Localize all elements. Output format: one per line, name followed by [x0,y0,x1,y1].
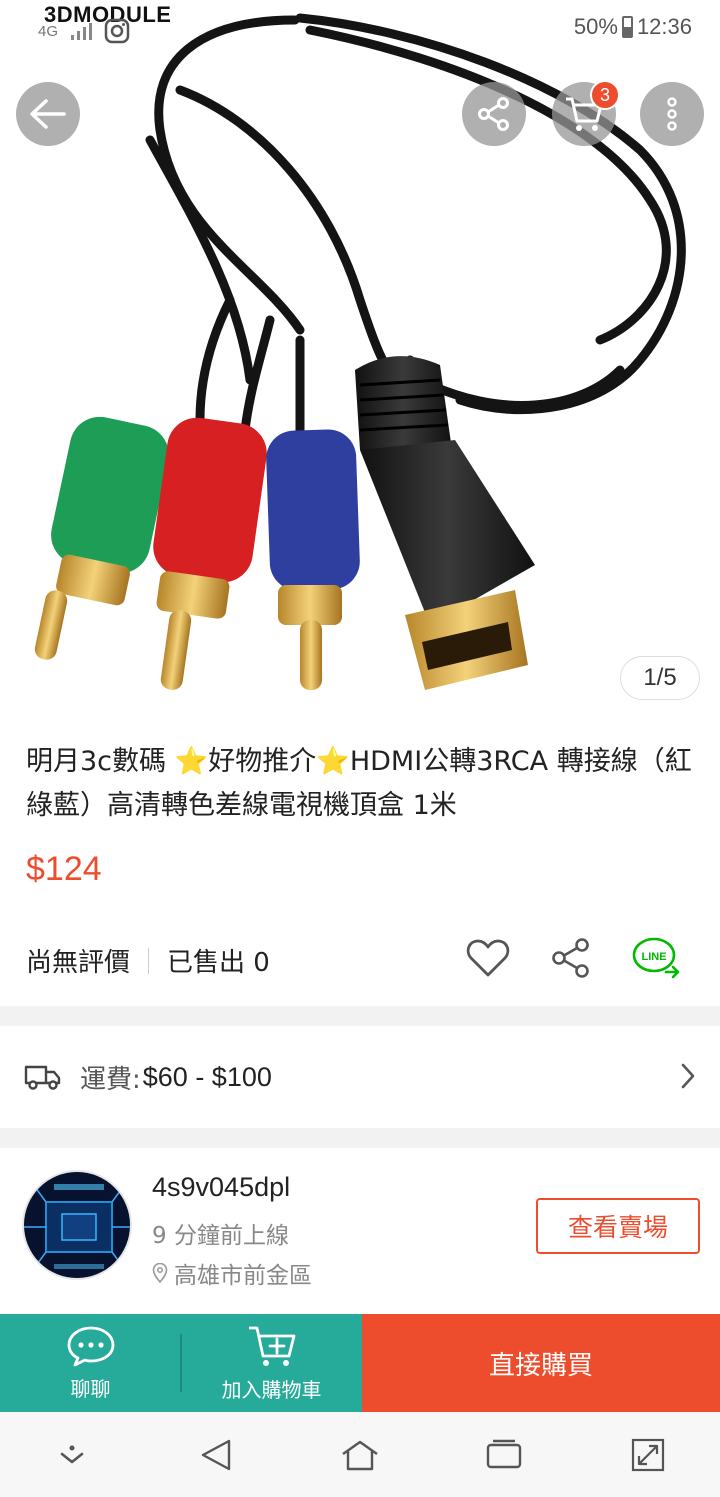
product-image-gallery[interactable]: 3DMODULE 4G 50% 12:36 3 1/5 [0,0,720,720]
view-shop-button[interactable]: 查看賣場 [536,1198,700,1254]
status-icons-right: 50% 12:36 [574,14,692,40]
avatar-image [24,1172,130,1278]
share-button[interactable] [462,82,526,146]
network-indicator: 4G [38,22,59,40]
nav-home-button[interactable] [320,1412,400,1497]
cart-button[interactable]: 3 [552,80,620,146]
seller-avatar[interactable] [22,1170,132,1280]
nav-recents-button[interactable] [464,1412,544,1497]
heart-icon[interactable] [466,938,510,978]
line-share-icon[interactable]: LINE [632,936,684,980]
status-icons-left: 4G [38,18,130,44]
add-to-cart-label: 加入購物車 [221,1377,322,1402]
home-icon [342,1440,378,1470]
more-options-button[interactable] [640,82,704,146]
bottom-action-bar: 聊聊 加入購物車 直接購買 [0,1314,720,1412]
chat-label: 聊聊 [70,1376,111,1401]
triangle-back-icon [201,1439,231,1470]
cart-count-badge: 3 [590,80,620,110]
product-title: 明月3c數碼 ⭐好物推介⭐HDMI公轉3RCA 轉接線（紅綠藍）高清轉色差線電視… [26,746,692,821]
recents-icon [486,1439,522,1468]
battery-icon [621,16,633,38]
arrow-left-icon [30,99,66,129]
clock: 12:36 [636,14,692,39]
rating-text: 尚無評價 [26,948,131,978]
share-icon [478,97,509,131]
system-navigation-bar [0,1412,720,1497]
action-bar-left: 聊聊 加入購物車 [0,1314,362,1412]
image-pager-indicator: 1/5 [620,656,700,700]
seller-location-text: 高雄市前金區 [174,1263,312,1289]
divider [148,947,150,974]
product-info-section: 明月3c數碼 ⭐好物推介⭐HDMI公轉3RCA 轉接線（紅綠藍）高清轉色差線電視… [0,720,720,1006]
instagram-icon [104,18,130,44]
shipping-fee: $60 - $100 [142,1061,272,1092]
seller-location: 高雄市前金區 [152,1256,312,1290]
share-icon[interactable] [550,937,592,979]
buy-now-button[interactable]: 直接購買 [362,1314,720,1412]
seller-last-online: 9 分鐘前上線 [152,1223,289,1249]
more-vertical-icon [667,97,677,131]
svg-text:LINE: LINE [641,951,666,963]
hide-keyboard-button[interactable] [32,1412,112,1497]
status-bar: 3DMODULE 4G 50% 12:36 [0,0,720,60]
nav-back-button[interactable] [176,1412,256,1497]
shipping-row[interactable]: 運費: $60 - $100 [0,1026,720,1128]
expand-icon [631,1438,665,1471]
signal-icon [71,23,93,40]
divider [180,1334,182,1392]
chevron-right-icon [681,1063,695,1089]
chat-bubble-icon [67,1326,114,1366]
chevron-down-dot-icon [60,1445,84,1463]
sold-count: 已售出 0 [167,948,270,978]
product-stats: 尚無評價 已售出 0 [26,942,270,979]
battery-percent: 50% [573,14,618,39]
product-price: $124 [26,850,102,888]
truck-icon [24,1065,61,1090]
chat-button[interactable]: 聊聊 [0,1314,181,1412]
add-to-cart-icon [248,1326,295,1366]
location-pin-icon [152,1263,168,1283]
seller-name: 4s9v045dpl [152,1172,291,1202]
product-actions: LINE [466,936,684,980]
back-button[interactable] [16,82,80,146]
add-to-cart-button[interactable]: 加入購物車 [181,1314,362,1412]
shipping-label: 運費: [80,1064,141,1095]
seller-section: 4s9v045dpl 9 分鐘前上線 高雄市前金區 查看賣場 [0,1148,720,1314]
nav-expand-button[interactable] [608,1412,688,1497]
